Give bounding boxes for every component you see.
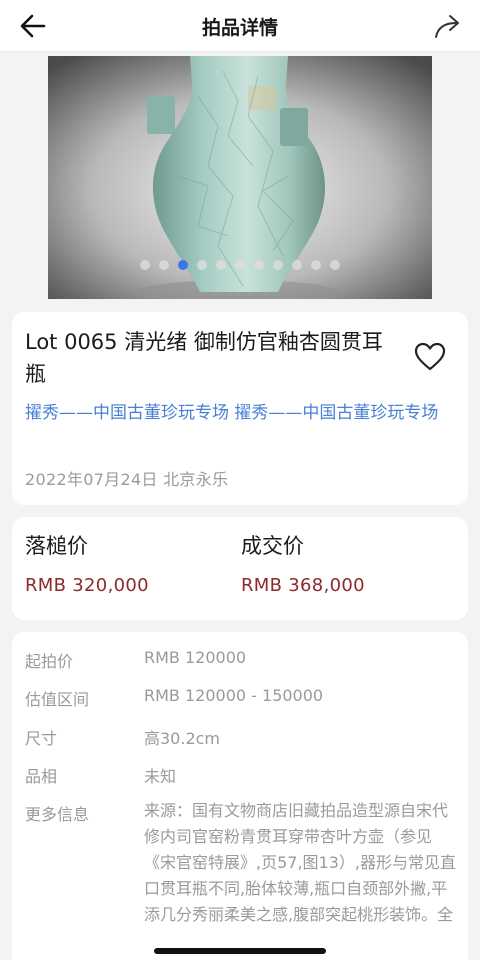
detail-value: 高30.2cm — [144, 729, 221, 748]
top-nav-bar: 拍品详情 — [0, 0, 480, 52]
deal-price-block: 成交价 RMB 368,000 — [241, 529, 365, 596]
price-card: 落槌价 RMB 320,000 成交价 RMB 368,000 — [12, 517, 468, 620]
page-title: 拍品详情 — [201, 17, 278, 39]
detail-label: 更多信息 — [25, 805, 90, 824]
carousel-dot[interactable] — [311, 260, 321, 270]
lot-title: Lot 0065 清光绪 御制仿官釉杏圆贯耳瓶 — [25, 330, 383, 386]
deal-price-value: RMB 368,000 — [241, 575, 365, 596]
detail-label: 起拍价 — [25, 652, 74, 671]
detail-label: 估值区间 — [25, 690, 90, 709]
carousel-dot[interactable] — [216, 260, 226, 270]
carousel-dot[interactable] — [197, 260, 207, 270]
detail-label: 品相 — [25, 767, 58, 786]
favorite-button[interactable] — [414, 342, 446, 372]
lot-image-carousel[interactable] — [48, 56, 432, 299]
carousel-dot[interactable] — [330, 260, 340, 270]
carousel-dot[interactable] — [159, 260, 169, 270]
home-indicator — [154, 948, 326, 954]
share-arrow-icon — [435, 15, 459, 38]
auction-date-place: 2022年07月24日 北京永乐 — [25, 470, 229, 489]
lot-summary-card: Lot 0065 清光绪 御制仿官釉杏圆贯耳瓶 擢秀——中国古董珍玩专场 擢秀—… — [12, 312, 468, 505]
detail-value: RMB 120000 - 150000 — [144, 686, 324, 705]
lot-details-card: 起拍价 RMB 120000 估值区间 RMB 120000 - 150000 … — [12, 632, 468, 960]
carousel-dots — [48, 260, 432, 270]
auction-session-link[interactable]: 擢秀——中国古董珍玩专场 擢秀——中国古董珍玩专场 — [25, 400, 455, 427]
carousel-dot-active[interactable] — [178, 260, 188, 270]
more-info-text: 来源：国有文物商店旧藏拍品造型源自宋代修内司官窑粉青贯耳穿带杏叶方壶（参见《宋官… — [144, 801, 456, 924]
deal-price-label: 成交价 — [241, 534, 304, 558]
carousel-dot[interactable] — [140, 260, 150, 270]
detail-label: 尺寸 — [25, 729, 58, 748]
detail-value: RMB 120000 — [144, 648, 247, 667]
hammer-price-value: RMB 320,000 — [25, 575, 149, 596]
carousel-dot[interactable] — [273, 260, 283, 270]
hammer-price-label: 落槌价 — [25, 534, 88, 558]
share-button[interactable] — [432, 12, 464, 40]
carousel-dot[interactable] — [254, 260, 264, 270]
heart-outline-icon — [414, 342, 446, 371]
carousel-dot[interactable] — [235, 260, 245, 270]
carousel-dot[interactable] — [292, 260, 302, 270]
detail-value: 未知 — [144, 767, 177, 786]
hammer-price-block: 落槌价 RMB 320,000 — [25, 529, 149, 596]
